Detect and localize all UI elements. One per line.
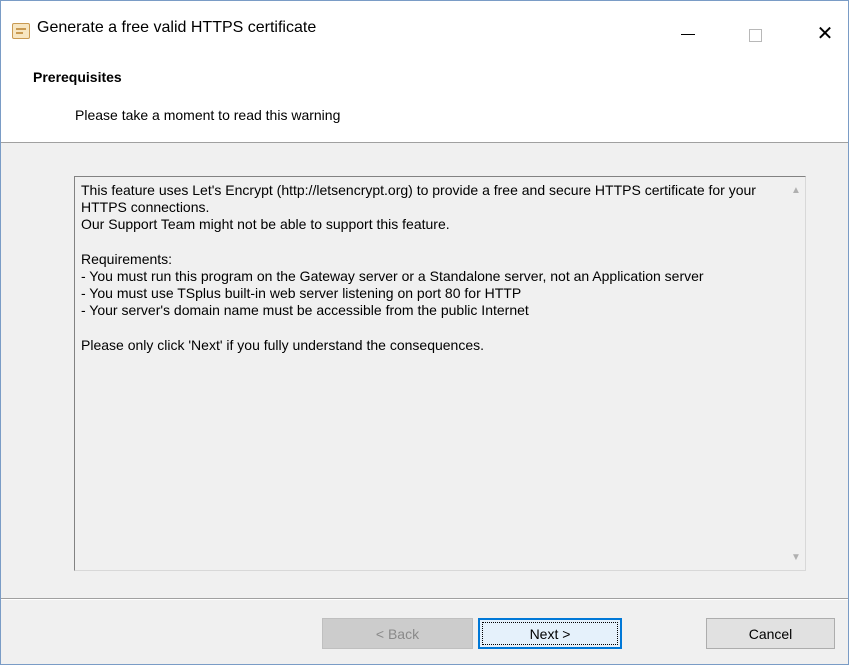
- cancel-button[interactable]: Cancel: [706, 618, 835, 649]
- focus-rectangle: [482, 622, 618, 645]
- scroll-down-icon[interactable]: ▼: [787, 548, 805, 566]
- wizard-header: Prerequisites Please take a moment to re…: [1, 57, 848, 143]
- maximize-button: [732, 9, 778, 49]
- window-title: Generate a free valid HTTPS certificate: [37, 19, 317, 36]
- warning-textbox[interactable]: This feature uses Let's Encrypt (http://…: [74, 176, 806, 571]
- back-button[interactable]: < Back: [322, 618, 473, 649]
- certificate-app-icon: [12, 23, 30, 39]
- close-button[interactable]: ✕: [802, 9, 848, 49]
- page-subtitle: Please take a moment to read this warnin…: [75, 107, 341, 123]
- wizard-window: Generate a free valid HTTPS certificate …: [0, 0, 849, 665]
- maximize-icon: [748, 28, 762, 42]
- close-icon: ✕: [816, 23, 834, 45]
- warning-text: This feature uses Let's Encrypt (http://…: [81, 182, 756, 353]
- page-title: Prerequisites: [33, 69, 122, 85]
- footer-divider-highlight: [1, 599, 848, 600]
- minimize-icon: [681, 33, 695, 35]
- title-bar: Generate a free valid HTTPS certificate …: [1, 1, 848, 57]
- vertical-scrollbar[interactable]: ▲ ▼: [787, 177, 805, 570]
- minimize-button[interactable]: [665, 9, 711, 49]
- next-button[interactable]: Next >: [478, 618, 622, 649]
- scroll-up-icon[interactable]: ▲: [787, 181, 805, 199]
